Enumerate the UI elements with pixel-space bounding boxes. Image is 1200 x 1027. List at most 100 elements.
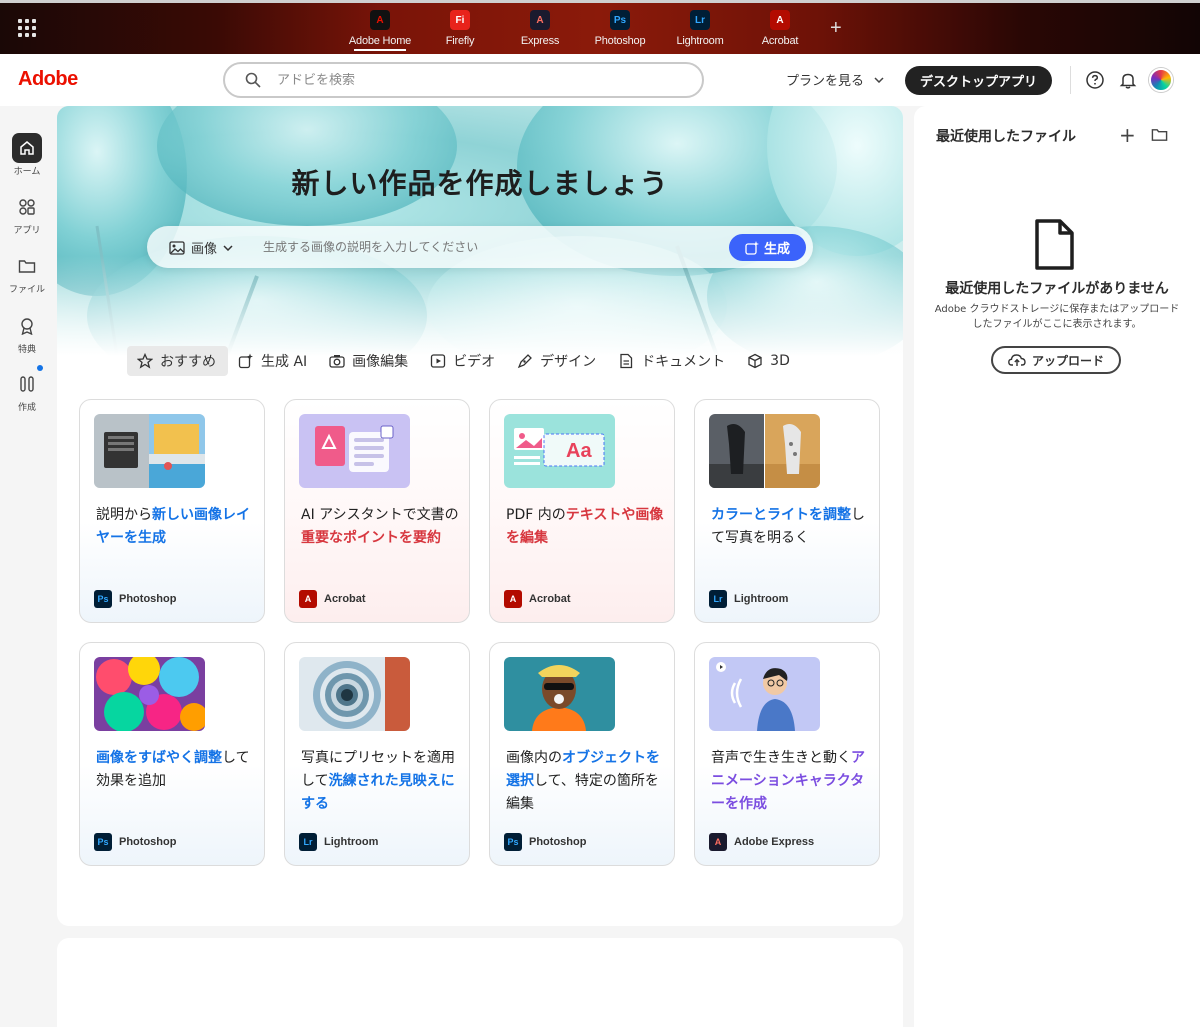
app-tab-label: Adobe Home (348, 35, 412, 47)
generate-type-dropdown[interactable]: 画像 (169, 238, 233, 257)
generate-bar: 画像 生成 (147, 226, 813, 268)
app-tab-lightroom[interactable]: Lr Lightroom (660, 3, 740, 54)
adobe-logo[interactable]: Adobe (18, 68, 78, 91)
card-thumbnail: Aa (504, 414, 615, 488)
video-icon (431, 354, 446, 368)
category-label: デザイン (540, 354, 597, 370)
category-tab[interactable]: 画像編集 (319, 346, 420, 376)
category-tab[interactable]: デザイン (507, 346, 608, 376)
feature-card[interactable]: 画像をすばやく調整して効果を追加 Ps Photoshop (79, 642, 265, 866)
generate-prompt-input[interactable] (263, 236, 723, 258)
feature-card[interactable]: 写真にプリセットを適用して洗練された見映えにする Lr Lightroom (284, 642, 470, 866)
generate-label: 生成 (763, 242, 790, 257)
upload-label: アップロード (1031, 353, 1104, 368)
feature-card[interactable]: Aa PDF 内のテキストや画像を編集 A Acrobat (489, 399, 675, 623)
folder-icon (12, 251, 42, 281)
app-tab-label: Photoshop (594, 35, 646, 47)
card-app: A Adobe Express (709, 833, 814, 851)
feature-card[interactable]: 音声で生き生きと動くアニメーションキャラクターを作成 A Adobe Express (694, 642, 880, 866)
plans-dropdown[interactable]: プランを見る (786, 70, 884, 89)
rail-label: ファイル (8, 285, 45, 295)
card-title: 画像をすばやく調整して効果を追加 (96, 747, 256, 793)
card-app: Ps Photoshop (504, 833, 586, 851)
star-icon (137, 353, 153, 369)
category-tab[interactable]: 3D (737, 346, 802, 376)
app-tab-adobe-home[interactable]: A Adobe Home (340, 3, 420, 54)
rail-label: ホーム (13, 167, 41, 177)
left-rail: ホーム アプリ ファイル 特典 作成 (0, 106, 54, 1027)
empty-state-description: Adobe クラウドストレージに保存またはアップロードしたファイルがここに表示さ… (934, 304, 1180, 330)
generate-button[interactable]: 生成 (729, 234, 806, 261)
app-tab-label: Express (520, 35, 560, 47)
card-app: Ps Photoshop (94, 590, 176, 608)
add-file-button[interactable]: + (1119, 123, 1136, 147)
category-label: ドキュメント (641, 354, 726, 370)
award-icon (12, 311, 42, 341)
rail-label: 作成 (17, 403, 36, 413)
cloud-upload-icon (1008, 354, 1026, 366)
main-panel-lower (57, 938, 903, 1027)
category-label: 生成 AI (261, 354, 308, 370)
svg-text:Aa: Aa (566, 440, 592, 462)
rail-item-home[interactable]: ホーム (0, 133, 54, 177)
category-tab[interactable]: おすすめ (127, 346, 228, 376)
notification-dot (37, 365, 43, 371)
app-tab-firefly[interactable]: Fi Firefly (420, 3, 500, 54)
app-tab-express[interactable]: A Express (500, 3, 580, 54)
feature-card[interactable]: 説明から新しい画像レイヤーを生成 Ps Photoshop (79, 399, 265, 623)
acrobat-app-icon: A (299, 590, 317, 608)
category-label: 3D (770, 353, 790, 369)
card-title-text: PDF 内の (506, 507, 566, 523)
desktop-apps-button[interactable]: デスクトップアプリ (905, 66, 1052, 95)
main-panel: 新しい作品を作成しましょう 画像 生成 おすすめ 生成 AI 画像編集 ビデオ デザイン… (57, 106, 903, 926)
app-tab-photoshop[interactable]: Ps Photoshop (580, 3, 660, 54)
user-avatar[interactable] (1149, 68, 1173, 92)
category-tab[interactable]: ビデオ (420, 346, 507, 376)
photoshop-app-icon: Ps (94, 833, 112, 851)
search-box[interactable] (223, 62, 704, 98)
category-tab[interactable]: 生成 AI (228, 346, 319, 376)
feature-card[interactable]: カラーとライトを調整して写真を明るく Lr Lightroom (694, 399, 880, 623)
category-tab[interactable]: ドキュメント (608, 346, 737, 376)
feature-card[interactable]: AI アシスタントで文書の重要なポイントを要約 A Acrobat (284, 399, 470, 623)
add-app-tab-button[interactable]: + (830, 17, 842, 40)
rail-item-create[interactable]: 作成 (0, 369, 54, 413)
rail-label: 特典 (17, 345, 36, 355)
card-thumbnail (94, 657, 205, 731)
card-title: 音声で生き生きと動くアニメーションキャラクターを作成 (711, 747, 871, 816)
card-app: A Acrobat (299, 590, 366, 608)
app-tab-acrobat[interactable]: A Acrobat (740, 3, 820, 54)
acrobat-app-icon: A (770, 10, 790, 30)
folder-icon[interactable] (1151, 126, 1168, 143)
card-app: Lr Lightroom (709, 590, 788, 608)
sparkle-icon (745, 240, 759, 255)
card-app-name: Adobe Express (734, 836, 815, 848)
card-title-highlight: 重要なポイントを要約 (301, 530, 441, 546)
rail-item-apps[interactable]: アプリ (0, 192, 54, 236)
chevron-down-icon (874, 76, 884, 83)
category-label: おすすめ (160, 354, 216, 370)
feature-card[interactable]: 画像内のオブジェクトを選択して、特定の箇所を編集 Ps Photoshop (489, 642, 675, 866)
app-tabs: A Adobe Home Fi Firefly A Express Ps Photoshop L… (340, 3, 820, 54)
rail-item-rewards[interactable]: 特典 (0, 311, 54, 355)
rail-item-files[interactable]: ファイル (0, 251, 54, 295)
card-app-name: Photoshop (119, 593, 177, 605)
header-divider (1070, 66, 1071, 94)
bell-icon[interactable] (1118, 70, 1138, 90)
search-input[interactable] (277, 72, 657, 88)
card-thumbnail (299, 657, 410, 731)
hero-title: 新しい作品を作成しましょう (291, 167, 669, 200)
card-thumbnail (94, 414, 205, 488)
help-icon[interactable] (1085, 70, 1105, 90)
empty-state-title: 最近使用したファイルがありません (945, 281, 1169, 297)
card-title-highlight: 画像をすばやく調整 (96, 750, 222, 766)
card-app-name: Photoshop (529, 836, 587, 848)
plans-label: プランを見る (786, 74, 865, 89)
card-thumbnail (504, 657, 615, 731)
photoshop-app-icon: Ps (94, 590, 112, 608)
generate-type-label: 画像 (191, 242, 218, 257)
card-app-name: Acrobat (529, 593, 571, 605)
camera-icon (329, 355, 345, 368)
upload-button[interactable]: アップロード (991, 346, 1121, 374)
app-grid-icon[interactable] (16, 17, 38, 39)
